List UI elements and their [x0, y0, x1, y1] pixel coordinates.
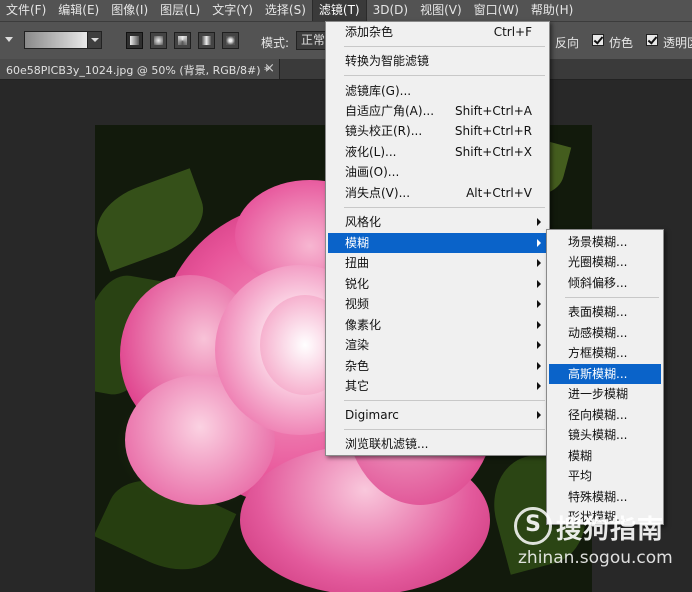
menubar: 文件(F) 编辑(E) 图像(I) 图层(L) 文字(Y) 选择(S) 滤镜(T…: [0, 0, 692, 22]
watermark: S 搜狗指南 zhinan.sogou.com: [514, 505, 684, 575]
mode-label: 模式:: [261, 36, 290, 50]
filter-menu-item-blur[interactable]: 模糊: [328, 233, 547, 253]
chevron-right-icon: [537, 411, 541, 419]
filter-menu-item-noise[interactable]: 杂色: [328, 356, 547, 376]
menu-help[interactable]: 帮助(H): [525, 0, 579, 21]
angle-gradient-button[interactable]: [174, 32, 191, 49]
filter-menu-item-video[interactable]: 视频: [328, 294, 547, 314]
blur-submenu: 场景模糊... 光圈模糊... 倾斜偏移... 表面模糊... 动感模糊... …: [546, 229, 664, 525]
tool-preset-dropdown-icon[interactable]: [5, 37, 13, 42]
chevron-right-icon: [537, 280, 541, 288]
reflected-gradient-button[interactable]: [198, 32, 215, 49]
watermark-url: zhinan.sogou.com: [518, 548, 673, 568]
linear-gradient-button[interactable]: [126, 32, 143, 49]
blur-submenu-item[interactable]: 场景模糊...: [549, 232, 661, 252]
blur-submenu-item[interactable]: 倾斜偏移...: [549, 273, 661, 293]
diamond-gradient-button[interactable]: [222, 32, 239, 49]
blur-submenu-item[interactable]: 表面模糊...: [549, 302, 661, 322]
filter-menu: 添加杂色 Ctrl+F 转换为智能滤镜 滤镜库(G)... 自适应广角(A)...…: [325, 21, 550, 456]
chevron-right-icon: [537, 259, 541, 267]
dither-label: 仿色: [609, 36, 634, 50]
filter-menu-item[interactable]: 滤镜库(G)...: [328, 81, 547, 101]
reverse-label: 反向: [555, 36, 580, 50]
chevron-right-icon: [537, 321, 541, 329]
filter-menu-item[interactable]: 转换为智能滤镜: [328, 51, 547, 71]
filter-menu-item-pixelate[interactable]: 像素化: [328, 315, 547, 335]
filter-menu-item-browse-online[interactable]: 浏览联机滤镜...: [328, 434, 547, 454]
menu-3d[interactable]: 3D(D): [367, 0, 414, 21]
menu-edit[interactable]: 编辑(E): [52, 0, 105, 21]
filter-menu-item[interactable]: 消失点(V)... Alt+Ctrl+V: [328, 183, 547, 203]
document-tab-title: 60e58PICB3y_1024.jpg @ 50% (背景, RGB/8#) …: [6, 64, 270, 77]
filter-menu-item[interactable]: 添加杂色 Ctrl+F: [328, 22, 547, 42]
gradient-picker[interactable]: [24, 31, 102, 49]
transparency-label: 透明区: [663, 36, 692, 50]
menu-type[interactable]: 文字(Y): [206, 0, 259, 21]
watermark-name: 搜狗指南: [556, 515, 665, 545]
filter-menu-item-render[interactable]: 渲染: [328, 335, 547, 355]
filter-menu-item[interactable]: 自适应广角(A)... Shift+Ctrl+A: [328, 101, 547, 121]
menu-select[interactable]: 选择(S): [259, 0, 312, 21]
filter-menu-item[interactable]: 镜头校正(R)... Shift+Ctrl+R: [328, 121, 547, 141]
blur-submenu-item[interactable]: 镜头模糊...: [549, 425, 661, 445]
transparency-checkbox[interactable]: [646, 34, 658, 46]
document-tab[interactable]: 60e58PICB3y_1024.jpg @ 50% (背景, RGB/8#) …: [0, 59, 280, 79]
blur-submenu-item[interactable]: 光圈模糊...: [549, 252, 661, 272]
filter-menu-item-distort[interactable]: 扭曲: [328, 253, 547, 273]
chevron-right-icon: [537, 300, 541, 308]
chevron-right-icon: [537, 239, 541, 247]
blur-submenu-item[interactable]: 模糊: [549, 446, 661, 466]
filter-menu-item-digimarc[interactable]: Digimarc: [328, 405, 547, 425]
filter-menu-item-other[interactable]: 其它: [328, 376, 547, 396]
dither-checkbox[interactable]: [592, 34, 604, 46]
chevron-right-icon: [537, 341, 541, 349]
mode-select[interactable]: 正常: [296, 31, 326, 50]
blur-submenu-item[interactable]: 特殊模糊...: [549, 487, 661, 507]
chevron-right-icon: [537, 382, 541, 390]
sogou-logo-icon: S: [514, 507, 552, 545]
blur-submenu-item[interactable]: 动感模糊...: [549, 323, 661, 343]
filter-menu-item[interactable]: 液化(L)... Shift+Ctrl+X: [328, 142, 547, 162]
filter-menu-item[interactable]: 油画(O)...: [328, 162, 547, 182]
chevron-right-icon: [537, 218, 541, 226]
chevron-right-icon: [537, 362, 541, 370]
blur-submenu-item[interactable]: 径向模糊...: [549, 405, 661, 425]
chevron-down-icon[interactable]: [87, 32, 101, 48]
filter-menu-item-stylize[interactable]: 风格化: [328, 212, 547, 232]
menu-filter[interactable]: 滤镜(T): [311, 0, 367, 22]
filter-menu-item-sharpen[interactable]: 锐化: [328, 274, 547, 294]
menu-image[interactable]: 图像(I): [105, 0, 154, 21]
blur-submenu-item[interactable]: 进一步模糊: [549, 384, 661, 404]
menu-file[interactable]: 文件(F): [0, 0, 52, 21]
close-icon[interactable]: ×: [264, 61, 275, 76]
menu-view[interactable]: 视图(V): [414, 0, 468, 21]
blur-submenu-item[interactable]: 平均: [549, 466, 661, 486]
menu-window[interactable]: 窗口(W): [468, 0, 525, 21]
blur-submenu-item[interactable]: 方框模糊...: [549, 343, 661, 363]
blur-submenu-item-gaussian[interactable]: 高斯模糊...: [549, 364, 661, 384]
menu-layer[interactable]: 图层(L): [154, 0, 206, 21]
radial-gradient-button[interactable]: [150, 32, 167, 49]
